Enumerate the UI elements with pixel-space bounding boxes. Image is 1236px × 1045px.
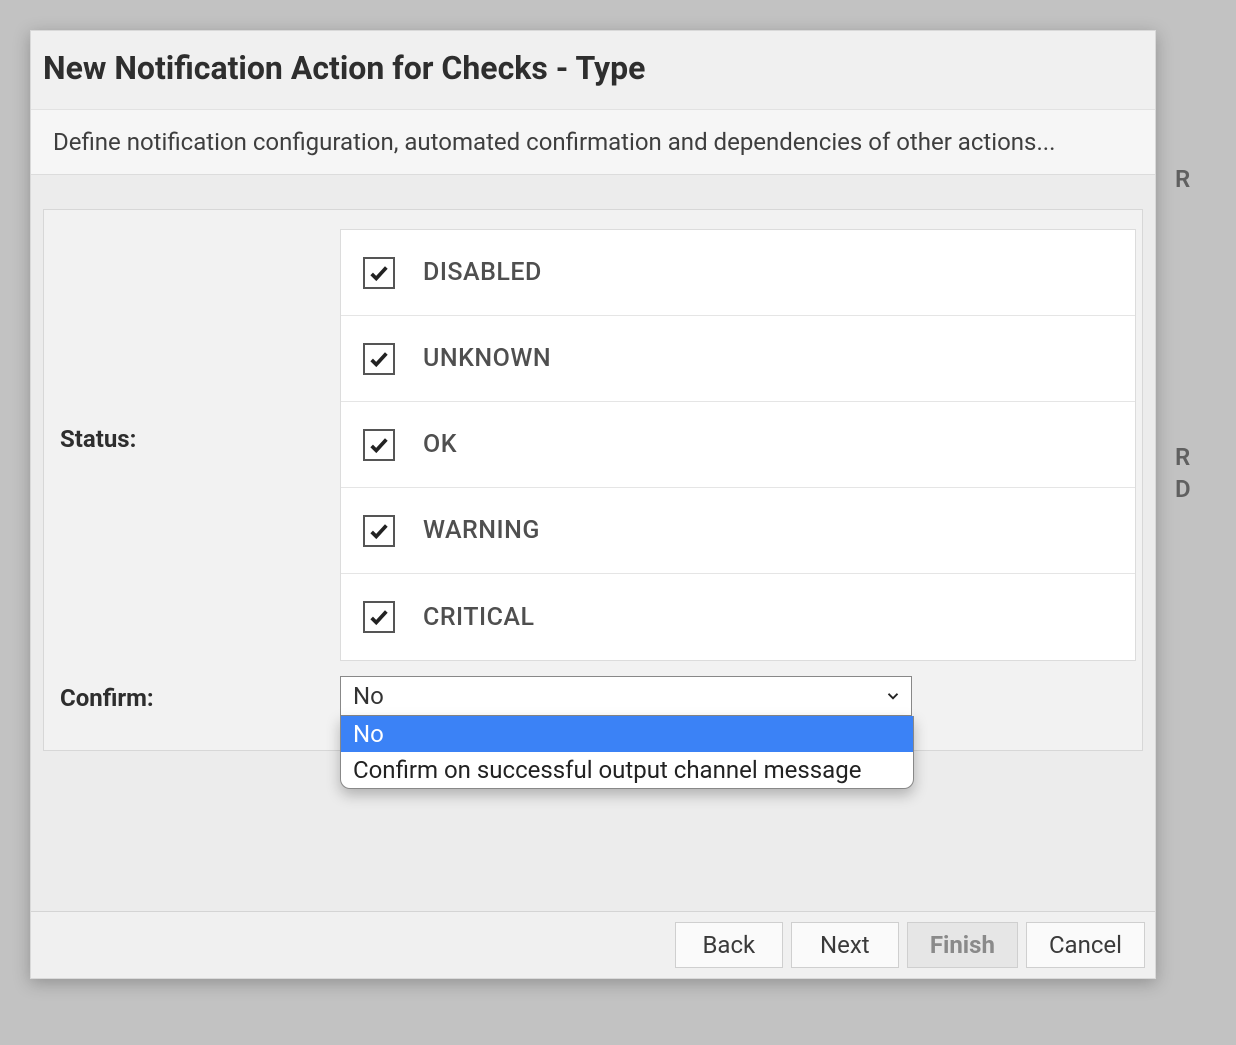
background-text: D: [1175, 475, 1191, 503]
confirm-select-dropdown: No Confirm on successful output channel …: [340, 716, 914, 789]
config-fieldset: Status: DISABLED: [43, 209, 1143, 751]
status-row: Status: DISABLED: [44, 210, 1142, 669]
status-item-label: OK: [423, 430, 457, 459]
status-item-warning[interactable]: WARNING: [341, 488, 1135, 574]
confirm-select[interactable]: No No Confirm on successful output chann…: [340, 676, 912, 716]
cancel-button[interactable]: Cancel: [1026, 922, 1145, 968]
check-icon: [368, 262, 390, 284]
checkbox[interactable]: [363, 343, 395, 375]
status-item-unknown[interactable]: UNKNOWN: [341, 316, 1135, 402]
checkbox[interactable]: [363, 429, 395, 461]
dialog-body: Status: DISABLED: [31, 175, 1155, 911]
status-item-label: DISABLED: [423, 258, 542, 287]
status-item-disabled[interactable]: DISABLED: [341, 230, 1135, 316]
checkbox[interactable]: [363, 601, 395, 633]
dialog-subtitle: Define notification configuration, autom…: [31, 110, 1155, 175]
checkbox[interactable]: [363, 257, 395, 289]
background-text: R: [1175, 165, 1190, 193]
check-icon: [368, 520, 390, 542]
confirm-row: Confirm: No No Confirm on successful: [44, 675, 1142, 720]
status-item-label: CRITICAL: [423, 603, 535, 632]
confirm-select-value[interactable]: No: [340, 676, 912, 716]
status-label: Status:: [44, 211, 340, 666]
check-icon: [368, 348, 390, 370]
wizard-button-bar: Back Next Finish Cancel: [31, 911, 1155, 978]
status-item-label: WARNING: [423, 516, 540, 545]
wizard-dialog: New Notification Action for Checks - Typ…: [30, 30, 1156, 979]
background-text: R: [1175, 443, 1190, 471]
confirm-label: Confirm:: [44, 676, 340, 720]
status-item-label: UNKNOWN: [423, 344, 551, 373]
status-item-ok[interactable]: OK: [341, 402, 1135, 488]
next-button[interactable]: Next: [791, 922, 899, 968]
status-list: DISABLED UNKNOWN: [340, 229, 1136, 661]
back-button[interactable]: Back: [675, 922, 783, 968]
dialog-title: New Notification Action for Checks - Typ…: [31, 31, 1155, 110]
checkbox[interactable]: [363, 515, 395, 547]
confirm-option-no[interactable]: No: [341, 716, 913, 752]
app-backdrop: R R D New Notification Action for Checks…: [0, 0, 1236, 1045]
confirm-field: No No Confirm on successful output chann…: [340, 676, 1142, 716]
confirm-option-confirm-on-success[interactable]: Confirm on successful output channel mes…: [341, 752, 913, 788]
status-field: DISABLED UNKNOWN: [340, 211, 1142, 669]
check-icon: [368, 606, 390, 628]
status-item-critical[interactable]: CRITICAL: [341, 574, 1135, 660]
finish-button[interactable]: Finish: [907, 922, 1018, 968]
check-icon: [368, 434, 390, 456]
confirm-select-text: No: [353, 682, 384, 710]
